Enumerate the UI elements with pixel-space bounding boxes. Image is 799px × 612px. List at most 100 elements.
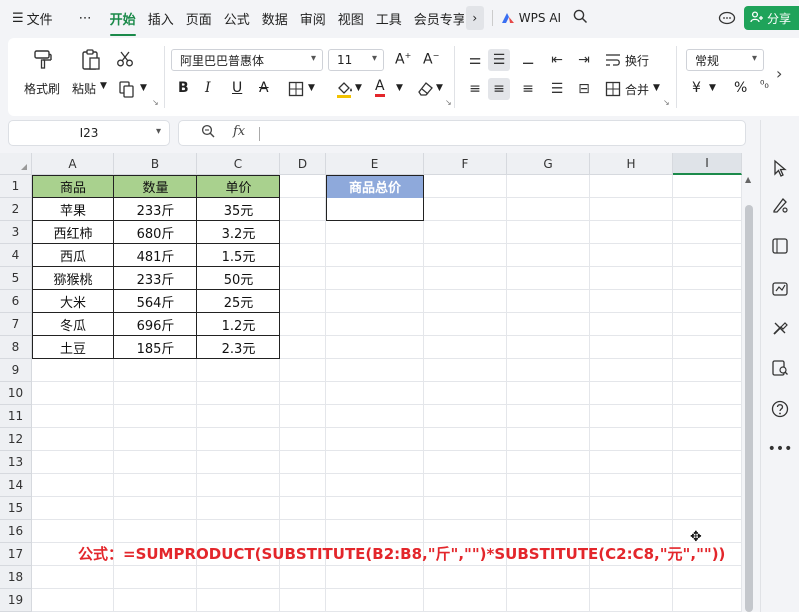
tab-page[interactable]: 页面: [180, 9, 218, 28]
column-header-h[interactable]: H: [590, 153, 673, 175]
row-header-3[interactable]: 3: [0, 221, 32, 244]
zoom-icon[interactable]: [201, 124, 215, 142]
table-cell[interactable]: 土豆: [32, 336, 114, 359]
align-left-icon[interactable]: ≡: [464, 78, 486, 100]
table-cell[interactable]: 猕猴桃: [32, 267, 114, 290]
tab-view[interactable]: 视图: [332, 9, 370, 28]
table-cell[interactable]: 西瓜: [32, 244, 114, 267]
table-cell[interactable]: 233斤: [114, 198, 197, 221]
column-header-i[interactable]: I: [673, 153, 742, 175]
distribute-icon[interactable]: ⊟: [573, 78, 595, 100]
search-icon[interactable]: [573, 9, 588, 27]
column-header-b[interactable]: B: [114, 153, 197, 175]
row-header-6[interactable]: 6: [0, 290, 32, 313]
row-header-2[interactable]: 2: [0, 198, 32, 221]
select-all-corner[interactable]: [0, 153, 32, 175]
dialog-launcher-icon[interactable]: ↘: [663, 98, 670, 107]
strikethrough-icon[interactable]: A: [259, 80, 269, 96]
table-header-cell[interactable]: 商品: [32, 175, 114, 198]
row-header-16[interactable]: 16: [0, 520, 32, 543]
tab-data[interactable]: 数据: [256, 9, 294, 28]
eraser-icon[interactable]: [416, 80, 434, 101]
row-header-1[interactable]: 1: [0, 175, 32, 198]
tab-insert[interactable]: 插入: [142, 9, 180, 28]
copy-icon[interactable]: [118, 80, 136, 101]
justify-icon[interactable]: ☰: [546, 78, 568, 100]
tab-formula[interactable]: 公式: [218, 9, 256, 28]
chevron-right-icon[interactable]: ›: [465, 6, 484, 30]
table-cell[interactable]: 2.3元: [197, 336, 280, 359]
table-cell[interactable]: 冬瓜: [32, 313, 114, 336]
name-box[interactable]: I23 ▾: [8, 120, 170, 146]
ribbon-scroll-right-icon[interactable]: ›: [776, 64, 782, 83]
align-bottom-icon[interactable]: ⚊: [517, 49, 539, 71]
column-header-f[interactable]: F: [424, 153, 507, 175]
fill-color-icon[interactable]: [335, 79, 353, 102]
scissors-icon[interactable]: [116, 50, 134, 71]
row-header-5[interactable]: 5: [0, 267, 32, 290]
total-value-cell[interactable]: [326, 198, 424, 221]
row-header-4[interactable]: 4: [0, 244, 32, 267]
currency-button[interactable]: ¥: [692, 80, 701, 96]
table-cell[interactable]: 696斤: [114, 313, 197, 336]
font-size-select[interactable]: 11 ▾: [328, 49, 384, 71]
column-header-d[interactable]: D: [280, 153, 326, 175]
column-header-a[interactable]: A: [32, 153, 114, 175]
increase-font-icon[interactable]: A+: [395, 51, 411, 68]
chevron-down-icon[interactable]: ▼: [709, 83, 716, 93]
chevron-down-icon[interactable]: ▼: [653, 83, 660, 93]
wps-ai-button[interactable]: WPS AI: [501, 11, 561, 25]
table-cell[interactable]: 564斤: [114, 290, 197, 313]
row-header-7[interactable]: 7: [0, 313, 32, 336]
cloud-icon[interactable]: [718, 9, 736, 28]
scrollbar-thumb[interactable]: [745, 205, 753, 612]
align-top-icon[interactable]: ⚌: [464, 49, 486, 71]
align-center-icon[interactable]: ≡: [488, 78, 510, 100]
decrease-indent-icon[interactable]: ⇤: [546, 49, 568, 71]
italic-button[interactable]: I: [205, 80, 211, 96]
style-panel-icon[interactable]: [769, 194, 791, 216]
chevron-down-icon[interactable]: ▼: [100, 81, 107, 91]
select-pointer-icon[interactable]: [769, 157, 791, 179]
tools-icon[interactable]: [769, 317, 791, 339]
help-icon[interactable]: [769, 398, 791, 420]
row-header-11[interactable]: 11: [0, 405, 32, 428]
format-painter-icon[interactable]: [32, 48, 54, 73]
table-cell[interactable]: 481斤: [114, 244, 197, 267]
font-name-select[interactable]: 阿里巴巴普惠体 ▾: [171, 49, 323, 71]
percent-button[interactable]: %: [734, 80, 747, 96]
chevron-down-icon[interactable]: ▼: [396, 83, 403, 93]
row-header-10[interactable]: 10: [0, 382, 32, 405]
underline-button[interactable]: U: [232, 80, 242, 96]
merge-cells-icon[interactable]: [605, 81, 621, 100]
dialog-launcher-icon[interactable]: ↘: [445, 98, 452, 107]
tab-review[interactable]: 审阅: [294, 9, 332, 28]
decimal-icon[interactable]: ⁰₀: [760, 78, 769, 91]
tab-member[interactable]: 会员专享: [408, 9, 464, 28]
column-header-c[interactable]: C: [197, 153, 280, 175]
table-cell[interactable]: 1.5元: [197, 244, 280, 267]
review-panel-icon[interactable]: [769, 357, 791, 379]
more-options-icon[interactable]: •••: [768, 438, 793, 460]
vertical-scrollbar[interactable]: ▲: [742, 153, 756, 612]
table-header-cell[interactable]: 单价: [197, 175, 280, 198]
chevron-down-icon[interactable]: ▼: [355, 83, 362, 93]
table-cell[interactable]: 苹果: [32, 198, 114, 221]
table-cell[interactable]: 大米: [32, 290, 114, 313]
copy-dropdown-icon[interactable]: ▼: [140, 83, 147, 93]
insert-function-icon[interactable]: fx: [233, 124, 245, 139]
table-cell[interactable]: 3.2元: [197, 221, 280, 244]
total-header-cell[interactable]: 商品总价: [326, 175, 424, 198]
chevron-down-icon[interactable]: ▼: [436, 83, 443, 93]
number-format-select[interactable]: 常规 ▾: [686, 49, 764, 71]
row-header-9[interactable]: 9: [0, 359, 32, 382]
table-cell[interactable]: 西红柿: [32, 221, 114, 244]
wrap-text-icon[interactable]: [605, 52, 621, 71]
share-button[interactable]: 分享: [743, 6, 799, 30]
more-menu[interactable]: ⋯: [73, 11, 98, 26]
table-cell[interactable]: 233斤: [114, 267, 197, 290]
format-painter-button[interactable]: 格式刷: [24, 80, 60, 97]
increase-indent-icon[interactable]: ⇥: [573, 49, 595, 71]
menu-icon[interactable]: ☰: [12, 11, 24, 26]
chart-panel-icon[interactable]: [769, 278, 791, 300]
